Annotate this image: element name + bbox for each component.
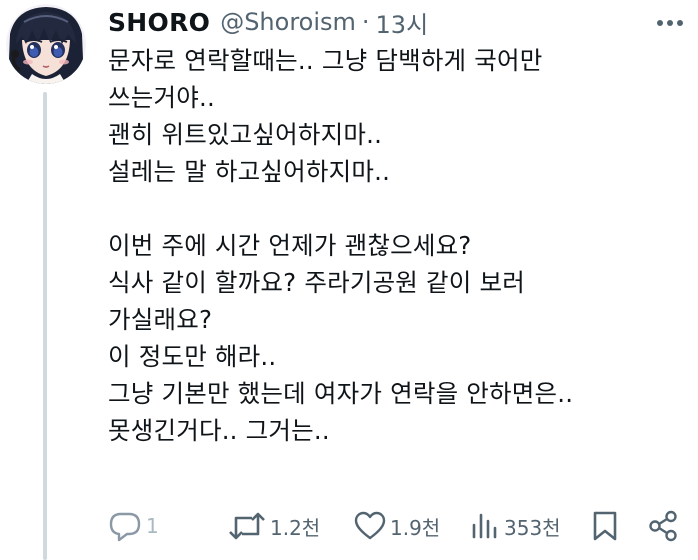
reply-icon xyxy=(109,512,141,542)
reply-count: 1 xyxy=(146,514,159,538)
reply-button[interactable]: 1 xyxy=(108,506,159,546)
views-icon xyxy=(472,513,497,539)
tweet-text: 문자로 연락할때는.. 그냥 담백하게 국어만 쓰는거야.. 괜히 위트있고싶어… xyxy=(108,46,574,445)
tweet[interactable]: SHORO @Shoroism · 13시 문자로 연락할때는.. 그냥 담백하… xyxy=(0,0,698,560)
bookmark-icon xyxy=(593,511,617,541)
retweet-icon xyxy=(229,512,265,540)
bookmark-button[interactable] xyxy=(592,506,618,546)
tweet-header: SHORO @Shoroism · 13시 xyxy=(108,4,428,40)
action-bar: 1 1.2천 1.9천 353천 xyxy=(108,506,693,546)
like-count: 1.9천 xyxy=(390,515,441,540)
user-handle[interactable]: @Shoroism xyxy=(220,8,356,36)
views-button[interactable]: 353천 xyxy=(470,506,561,546)
retweet-button[interactable]: 1.2천 xyxy=(228,506,320,546)
separator-dot: · xyxy=(361,8,370,36)
display-name[interactable]: SHORO xyxy=(108,8,210,37)
timestamp[interactable]: 13시 xyxy=(376,5,429,40)
retweet-count: 1.2천 xyxy=(270,515,321,540)
anime-avatar-icon xyxy=(6,4,86,84)
share-icon xyxy=(649,510,677,542)
avatar[interactable] xyxy=(6,4,86,84)
like-button[interactable]: 1.9천 xyxy=(354,506,440,546)
heart-icon xyxy=(354,511,386,540)
more-icon xyxy=(657,20,683,26)
thread-line xyxy=(43,92,47,560)
views-count: 353천 xyxy=(504,515,561,540)
share-button[interactable] xyxy=(648,506,678,546)
more-options-button[interactable] xyxy=(652,8,688,38)
